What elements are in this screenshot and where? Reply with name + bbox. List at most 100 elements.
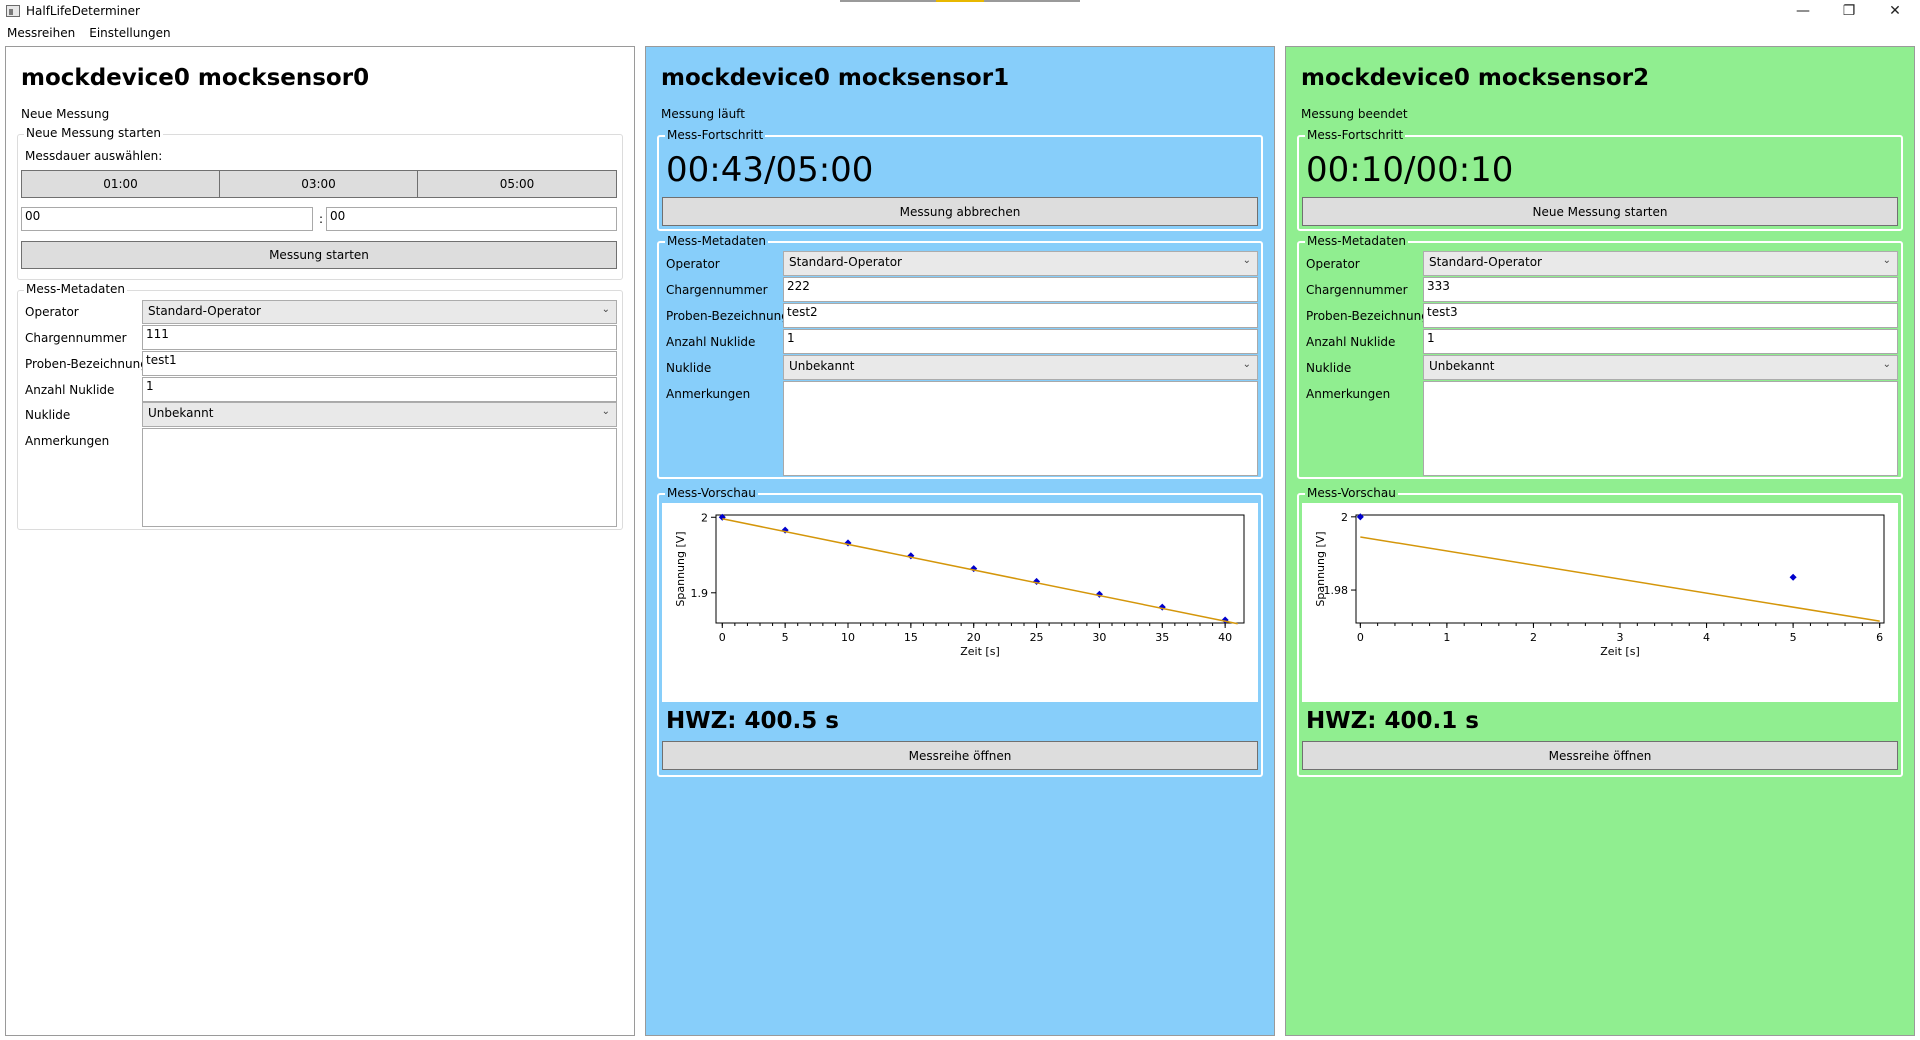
sensor-panel-1: mockdevice0 mocksensor1 Messung läuft Me…: [645, 46, 1275, 1036]
menu-item-einstellungen[interactable]: Einstellungen: [82, 26, 177, 40]
sample-input[interactable]: test1: [142, 351, 617, 376]
chevron-down-icon: ⌄: [601, 406, 610, 417]
nuclide-label: Nuklide: [666, 361, 712, 375]
restore-icon[interactable]: ❐: [1826, 0, 1872, 22]
title-indicator: [840, 0, 1080, 2]
x-tick-label: 6: [1876, 631, 1883, 644]
preview-chart: 0 5 10 15 20 25 30 35 40 2 1.9 Zeit [s] Spannung [V]: [662, 503, 1258, 702]
close-icon[interactable]: ✕: [1872, 0, 1918, 22]
x-tick-label: 10: [841, 631, 855, 644]
app-icon: [6, 5, 20, 17]
progress-timer: 00:10/00:10: [1306, 150, 1514, 190]
operator-select[interactable]: Standard-Operator ⌄: [142, 300, 617, 324]
open-series-button[interactable]: Messreihe öffnen: [1302, 741, 1898, 770]
nuclide-count-input[interactable]: 1: [783, 329, 1258, 354]
group-title: Mess-Vorschau: [1305, 486, 1398, 500]
sample-label: Proben-Bezeichnung: [666, 309, 789, 323]
time-separator: :: [319, 212, 324, 226]
nuclide-count-label: Anzahl Nuklide: [25, 383, 115, 397]
start-measurement-button[interactable]: Messung starten: [21, 241, 617, 269]
y-tick-label: 2: [701, 511, 708, 524]
y-tick-label: 1.9: [691, 587, 709, 600]
nuclide-label: Nuklide: [1306, 361, 1352, 375]
nuclide-value: Unbekannt: [789, 359, 855, 373]
chevron-down-icon: ⌄: [1882, 359, 1891, 370]
decay-chart: 0 5 10 15 20 25 30 35 40 2 1.9 Zeit [s] Spannung [V]: [674, 511, 1245, 658]
preview-chart: 0 1 2 3 4 5 6 2 1.98 Zeit [s] Spannung [V]: [1302, 503, 1898, 702]
progress-timer: 00:43/05:00: [666, 150, 874, 190]
panel-title: mockdevice0 mocksensor1: [661, 65, 1010, 91]
progress-group: Mess-Fortschritt 00:43/05:00 Messung abb…: [657, 128, 1263, 231]
plot-frame: [1355, 514, 1885, 624]
nuclide-select[interactable]: Unbekannt ⌄: [783, 355, 1258, 380]
operator-select[interactable]: Standard-Operator ⌄: [1423, 251, 1898, 276]
operator-value: Standard-Operator: [789, 255, 902, 269]
charge-input[interactable]: 333: [1423, 277, 1898, 302]
charge-label: Chargennummer: [666, 283, 768, 297]
chevron-down-icon: ⌄: [1882, 255, 1891, 266]
x-tick-label: 20: [967, 631, 981, 644]
panel-status: Messung läuft: [661, 107, 745, 121]
operator-value: Standard-Operator: [148, 304, 261, 318]
nuclide-count-input[interactable]: 1: [1423, 329, 1898, 354]
new-measurement-button[interactable]: Neue Messung starten: [1302, 197, 1898, 226]
notes-textarea[interactable]: [1423, 381, 1898, 476]
x-tick-label: 4: [1703, 631, 1710, 644]
group-title: Mess-Vorschau: [665, 486, 758, 500]
menu-bar: Messreihen Einstellungen: [0, 22, 1920, 44]
nuclide-count-input[interactable]: 1: [142, 377, 617, 402]
panel-title: mockdevice0 mocksensor0: [21, 65, 370, 91]
progress-group: Mess-Fortschritt 00:10/00:10 Neue Messun…: [1297, 128, 1903, 231]
operator-label: Operator: [1306, 257, 1360, 271]
preset-3min-button[interactable]: 03:00: [219, 170, 418, 198]
notes-label: Anmerkungen: [25, 434, 110, 448]
y-tick-label: 1.98: [1324, 584, 1349, 597]
group-title: Neue Messung starten: [24, 126, 163, 140]
abort-measurement-button[interactable]: Messung abbrechen: [662, 197, 1258, 226]
group-title: Mess-Metadaten: [1305, 234, 1409, 248]
x-tick-label: 0: [719, 631, 726, 644]
charge-input[interactable]: 111: [142, 325, 617, 350]
duration-label: Messdauer auswählen:: [25, 149, 163, 163]
sample-input[interactable]: test3: [1423, 303, 1898, 328]
operator-label: Operator: [25, 305, 79, 319]
sample-label: Proben-Bezeichnung: [25, 357, 148, 371]
sample-label: Proben-Bezeichnung: [1306, 309, 1429, 323]
sensor-panel-2: mockdevice0 mocksensor2 Messung beendet …: [1285, 46, 1915, 1036]
notes-label: Anmerkungen: [666, 387, 751, 401]
group-title: Mess-Fortschritt: [665, 128, 766, 142]
sensor-panel-0: mockdevice0 mocksensor0 Neue Messung Neu…: [5, 46, 635, 1036]
x-tick-label: 35: [1155, 631, 1169, 644]
minutes-input[interactable]: 00: [21, 207, 313, 231]
nuclide-select[interactable]: Unbekannt ⌄: [1423, 355, 1898, 380]
minimize-icon[interactable]: —: [1780, 0, 1826, 22]
preset-1min-button[interactable]: 01:00: [21, 170, 220, 198]
chevron-down-icon: ⌄: [1242, 359, 1251, 370]
charge-input[interactable]: 222: [783, 277, 1258, 302]
notes-textarea[interactable]: [142, 428, 617, 527]
nuclide-value: Unbekannt: [148, 406, 214, 420]
y-axis-label: Spannung [V]: [674, 531, 687, 606]
sample-input[interactable]: test2: [783, 303, 1258, 328]
menu-item-messreihen[interactable]: Messreihen: [0, 26, 82, 40]
preset-5min-button[interactable]: 05:00: [417, 170, 617, 198]
nuclide-count-label: Anzahl Nuklide: [1306, 335, 1396, 349]
operator-label: Operator: [666, 257, 720, 271]
title-bar: HalfLifeDeterminer — ❐ ✕: [0, 0, 1920, 22]
operator-select[interactable]: Standard-Operator ⌄: [783, 251, 1258, 276]
x-tick-label: 5: [782, 631, 789, 644]
seconds-input[interactable]: 00: [326, 207, 617, 231]
group-title: Mess-Metadaten: [24, 282, 128, 296]
nuclide-select[interactable]: Unbekannt ⌄: [142, 402, 617, 427]
metadata-group: Mess-Metadaten Operator Chargennummer Pr…: [1297, 234, 1903, 479]
window-title: HalfLifeDeterminer: [26, 4, 140, 18]
x-tick-label: 0: [1357, 631, 1364, 644]
notes-textarea[interactable]: [783, 381, 1258, 476]
open-series-button[interactable]: Messreihe öffnen: [662, 741, 1258, 770]
y-tick-label: 2: [1341, 511, 1348, 524]
new-measurement-group: Neue Messung starten Messdauer auswählen…: [17, 126, 623, 280]
nuclide-value: Unbekannt: [1429, 359, 1495, 373]
x-tick-label: 15: [904, 631, 918, 644]
x-tick-label: 2: [1530, 631, 1537, 644]
half-life-result: HWZ: 400.1 s: [1306, 708, 1479, 734]
